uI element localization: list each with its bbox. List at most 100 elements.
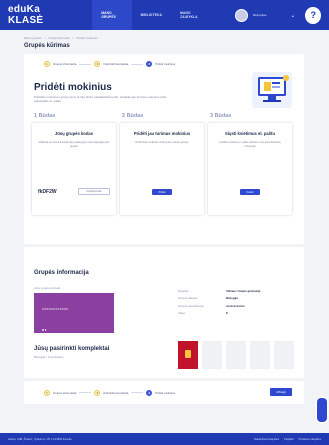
main-nav: MANO GRUPĖS BIBLIOTEKA MANO ZAIDYKLA xyxy=(92,0,213,30)
step-number: 1 xyxy=(44,389,50,396)
section-title: Pridėti mokinius xyxy=(34,82,112,93)
book-cover[interactable] xyxy=(178,341,198,369)
method-existing-students: 2 Būdas Pridėti jau turimus mokinius Pas… xyxy=(120,113,204,215)
step-connector xyxy=(131,392,144,393)
method-title: Pridėti jau turimus mokinius xyxy=(133,131,191,136)
method-email-invite: 3 Būdas Siųsti kvietimus el. paštu Įvesk… xyxy=(208,113,292,215)
progress-stepper: 1 Grupės informacija 2 Pasirinkti komple… xyxy=(24,381,304,404)
computer-illustration-icon xyxy=(252,72,292,108)
section-title: Jūsų pasirinkti komplektai xyxy=(34,346,110,352)
method-description: Pasirinkite mokinius iš kitų jūsų sukurt… xyxy=(135,141,189,145)
method-heading: 3 Būdas xyxy=(210,113,232,119)
section-description: Pridėkite mokinius į grupę vienu iš trij… xyxy=(34,95,167,104)
add-methods: 1 Būdas Jūsų grupės kodas Mokiniai turi … xyxy=(32,113,292,215)
method-heading: 2 Būdas xyxy=(122,113,144,119)
breadcrumb: Mano grupės / Grupės kūrimas / Pridėti m… xyxy=(24,36,98,40)
footer-link-help[interactable]: Pagalba xyxy=(284,438,294,441)
breadcrumb-my-groups[interactable]: Mano grupės xyxy=(24,36,42,40)
step-select-bundle[interactable]: 2 Pasirinkti komplektą xyxy=(94,389,129,396)
footer-links: Naudojimosi taisyklės Pagalba Privatumo … xyxy=(254,438,321,441)
step-label: Pridėti mokinius xyxy=(155,62,176,66)
section-subtitle: Biologija / Komplektas xyxy=(34,355,64,359)
breadcrumb-separator: / xyxy=(72,36,74,40)
group-code-row: fkDF2W Kopijuoti kodą xyxy=(38,188,110,195)
group-properties: Mokykla Vilniaus Užupio gimnazija Grupės… xyxy=(178,287,294,317)
property-row: Mokykla Vilniaus Užupio gimnazija xyxy=(178,287,294,295)
property-label: Grupės pavadinimas xyxy=(178,303,204,308)
book-placeholder xyxy=(226,341,246,369)
finish-button[interactable]: Užbaigti xyxy=(270,388,292,396)
top-navigation-bar: eduKa KLASĖ MANO GRUPĖS BIBLIOTEKA MANO … xyxy=(0,0,329,30)
group-tile-name: XXXXXXXXXXXX xyxy=(42,307,69,311)
method-description: Įveskite mokinių el. pašto adresus ir ji… xyxy=(219,141,281,148)
property-label: Klasė xyxy=(178,311,185,316)
property-label: Grupės dalykas xyxy=(178,296,198,301)
progress-stepper: 1 Grupės informacija 2 Pasirinkti komple… xyxy=(24,54,304,74)
step-label: Pasirinkti komplektą xyxy=(103,62,129,66)
step-number: 3 xyxy=(146,389,153,396)
property-value: 8 xyxy=(226,311,228,316)
step-group-info[interactable]: 1 Grupės informacija xyxy=(44,61,76,67)
footer-link-privacy[interactable]: Privatumo taisyklės xyxy=(299,438,321,441)
step-group-info[interactable]: 1 Grupės informacija xyxy=(44,389,77,396)
footer-link-terms[interactable]: Naudojimosi taisyklės xyxy=(254,438,279,441)
property-value: xxxxxxxxxxxx xyxy=(226,303,245,308)
breadcrumb-separator: / xyxy=(44,36,46,40)
step-number: 3 xyxy=(146,61,153,67)
step-label: Pasirinkti komplektą xyxy=(103,390,129,395)
group-tile-code: M 8 xyxy=(42,329,47,332)
property-row: Grupės dalykas Biologija xyxy=(178,295,294,303)
step-add-students[interactable]: 3 Pridėti mokinius xyxy=(146,389,176,396)
method-description: Mokiniai turi įvesti šį kodą savo paskyr… xyxy=(38,141,110,148)
step-label: Pridėti mokinius xyxy=(155,390,176,395)
method-box: Siųsti kvietimus el. paštu Įveskite moki… xyxy=(208,123,292,215)
chevron-down-icon[interactable]: ⌄ xyxy=(290,12,295,19)
add-existing-button[interactable]: Pridėti xyxy=(152,189,172,195)
eduka-logo[interactable]: eduKa KLASĖ xyxy=(8,4,72,26)
nav-library[interactable]: BIBLIOTEKA xyxy=(132,0,171,30)
method-box: Jūsų grupės kodas Mokiniai turi įvesti š… xyxy=(32,123,116,215)
property-label: Mokykla xyxy=(178,288,189,293)
step-label: Grupės informacija xyxy=(53,62,77,66)
method-title: Siųsti kvietimus el. paštu xyxy=(224,131,276,136)
step-number: 2 xyxy=(94,389,101,396)
method-group-code: 1 Būdas Jūsų grupės kodas Mokiniai turi … xyxy=(32,113,116,215)
bottom-stepper-card: 1 Grupės informacija 2 Pasirinkti komple… xyxy=(24,381,304,404)
group-code: fkDF2W xyxy=(38,188,57,195)
avatar[interactable] xyxy=(234,8,248,22)
help-icon[interactable]: ? xyxy=(305,6,321,24)
book-cover-image xyxy=(185,350,191,358)
footer: eduKa, UAB „Šviesa“, Vytauto pr. 25, LT-… xyxy=(0,433,329,445)
step-label: Grupės informacija xyxy=(53,390,77,395)
breadcrumb-create-group[interactable]: Grupės kūrimas xyxy=(48,36,69,40)
book-placeholder xyxy=(202,341,222,369)
step-number: 2 xyxy=(94,61,101,67)
selected-bundles-card: Jūsų pasirinkti komplektai Biologija / K… xyxy=(24,333,304,378)
breadcrumb-add-students: Pridėti mokinius xyxy=(76,36,98,40)
method-box: Pridėti jau turimus mokinius Pasirinkite… xyxy=(120,123,204,215)
user-menu[interactable]: Mokytojas ⌄ xyxy=(234,8,295,22)
nav-my-groups[interactable]: MANO GRUPĖS xyxy=(92,0,132,30)
step-select-bundle[interactable]: 2 Pasirinkti komplektą xyxy=(94,61,128,67)
step-number: 1 xyxy=(44,61,50,67)
property-row: Klasė 8 xyxy=(178,310,294,318)
method-title: Jūsų grupės kodas xyxy=(54,131,94,136)
step-connector xyxy=(79,63,92,65)
property-value: Vilniaus Užupio gimnazija xyxy=(226,288,261,293)
copy-code-button[interactable]: Kopijuoti kodą xyxy=(78,188,110,195)
invite-button[interactable]: Kviesti xyxy=(240,189,260,195)
add-students-card: 1 Grupės informacija 2 Pasirinkti komple… xyxy=(24,54,304,244)
footer-address: eduKa, UAB „Šviesa“, Vytauto pr. 25, LT-… xyxy=(8,437,72,441)
step-connector xyxy=(79,392,92,393)
step-add-students[interactable]: 3 Pridėti mokinius xyxy=(146,61,175,67)
page-title: Grupės kūrimas xyxy=(24,43,70,49)
property-value: Biologija xyxy=(226,296,238,301)
section-subtitle: Jūsų grupės kortelė xyxy=(34,286,61,290)
nav-playground[interactable]: MANO ZAIDYKLA xyxy=(171,0,213,30)
user-name[interactable]: Mokytojas xyxy=(253,13,267,17)
scroll-to-top-handle[interactable] xyxy=(317,398,327,422)
section-title: Grupės informacija xyxy=(34,270,89,276)
step-connector xyxy=(131,63,144,65)
book-placeholder xyxy=(250,341,270,369)
book-placeholder xyxy=(274,341,294,369)
